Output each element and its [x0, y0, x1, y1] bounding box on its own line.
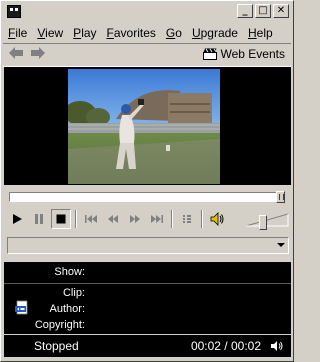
rewind-button[interactable]	[103, 209, 123, 229]
playback-controls	[5, 208, 291, 230]
menu-favorites[interactable]: Favorites	[102, 26, 161, 40]
window-controls: _ □ ✕	[237, 4, 289, 18]
time-display: 00:02 / 00:02	[190, 339, 261, 353]
baseball-player-image	[68, 69, 220, 184]
rewind-icon	[108, 215, 118, 223]
copyright-label: Copyright:	[34, 319, 85, 331]
volume-thumb[interactable]	[259, 215, 267, 230]
pause-icon	[35, 214, 43, 224]
show-label: Show:	[54, 266, 85, 278]
seek-bar[interactable]	[9, 191, 285, 203]
author-label: Author:	[49, 303, 85, 315]
menu-go[interactable]: Go	[161, 26, 187, 40]
clip-dropdown[interactable]	[7, 237, 289, 254]
info-panel: Show: Clip: Author: Copyright:	[4, 262, 291, 334]
minimize-button[interactable]: _	[237, 4, 253, 18]
speaker-icon	[210, 212, 224, 226]
left-arrow-icon	[9, 47, 23, 59]
back-button[interactable]	[7, 46, 25, 62]
menu-file[interactable]: File	[3, 26, 32, 40]
menu-help[interactable]: Help	[243, 26, 278, 40]
play-icon	[13, 214, 22, 224]
chevron-down-icon	[276, 243, 285, 247]
volume-wedge	[245, 213, 289, 227]
seek-thumb[interactable]	[276, 191, 285, 203]
separator	[75, 210, 77, 228]
right-arrow-icon	[31, 47, 45, 59]
playback-status: Stopped	[34, 339, 79, 353]
maximize-button[interactable]: □	[255, 4, 271, 18]
playlist-icon	[183, 215, 191, 223]
fast-forward-button[interactable]	[125, 209, 145, 229]
stop-button[interactable]	[51, 209, 71, 229]
previous-button[interactable]	[81, 209, 101, 229]
app-icon[interactable]	[7, 5, 21, 18]
video-frame	[68, 69, 220, 184]
mute-button[interactable]	[207, 209, 227, 229]
media-player-window: _ □ ✕ File View Play Favorites Go Upgrad…	[0, 0, 294, 362]
separator	[201, 210, 203, 228]
clapperboard-icon	[202, 48, 217, 60]
show-row: Show:	[4, 266, 291, 279]
navigation-bar: Web Events	[3, 43, 291, 67]
title-bar[interactable]: _ □ ✕	[3, 3, 291, 21]
clip-row: Clip:	[4, 287, 291, 300]
video-display[interactable]	[4, 67, 291, 185]
web-events-label: Web Events	[220, 47, 285, 61]
skip-back-icon	[85, 215, 97, 223]
menu-view[interactable]: View	[32, 26, 68, 40]
stop-icon	[56, 214, 66, 224]
copyright-row: Copyright:	[4, 319, 291, 332]
pause-button[interactable]	[29, 209, 49, 229]
playlist-button[interactable]	[177, 209, 197, 229]
next-button[interactable]	[147, 209, 167, 229]
volume-slider[interactable]	[245, 212, 289, 230]
menu-upgrade[interactable]: Upgrade	[187, 26, 243, 40]
close-button[interactable]: ✕	[273, 4, 289, 18]
status-bar: Stopped 00:02 / 00:02	[4, 335, 291, 357]
fast-forward-icon	[130, 215, 140, 223]
menu-bar: File View Play Favorites Go Upgrade Help	[3, 23, 291, 42]
forward-button[interactable]	[29, 46, 47, 62]
web-events-button[interactable]: Web Events	[202, 47, 285, 61]
volume-status-icon[interactable]	[270, 339, 284, 353]
separator	[171, 210, 173, 228]
menu-play[interactable]: Play	[68, 26, 101, 40]
author-row: Author:	[4, 303, 291, 316]
divider	[4, 283, 291, 284]
play-button[interactable]	[7, 209, 27, 229]
dropdown-arrow[interactable]	[274, 239, 287, 252]
clip-label: Clip:	[62, 287, 85, 299]
media-file-icon	[15, 300, 28, 315]
skip-forward-icon	[151, 215, 163, 223]
